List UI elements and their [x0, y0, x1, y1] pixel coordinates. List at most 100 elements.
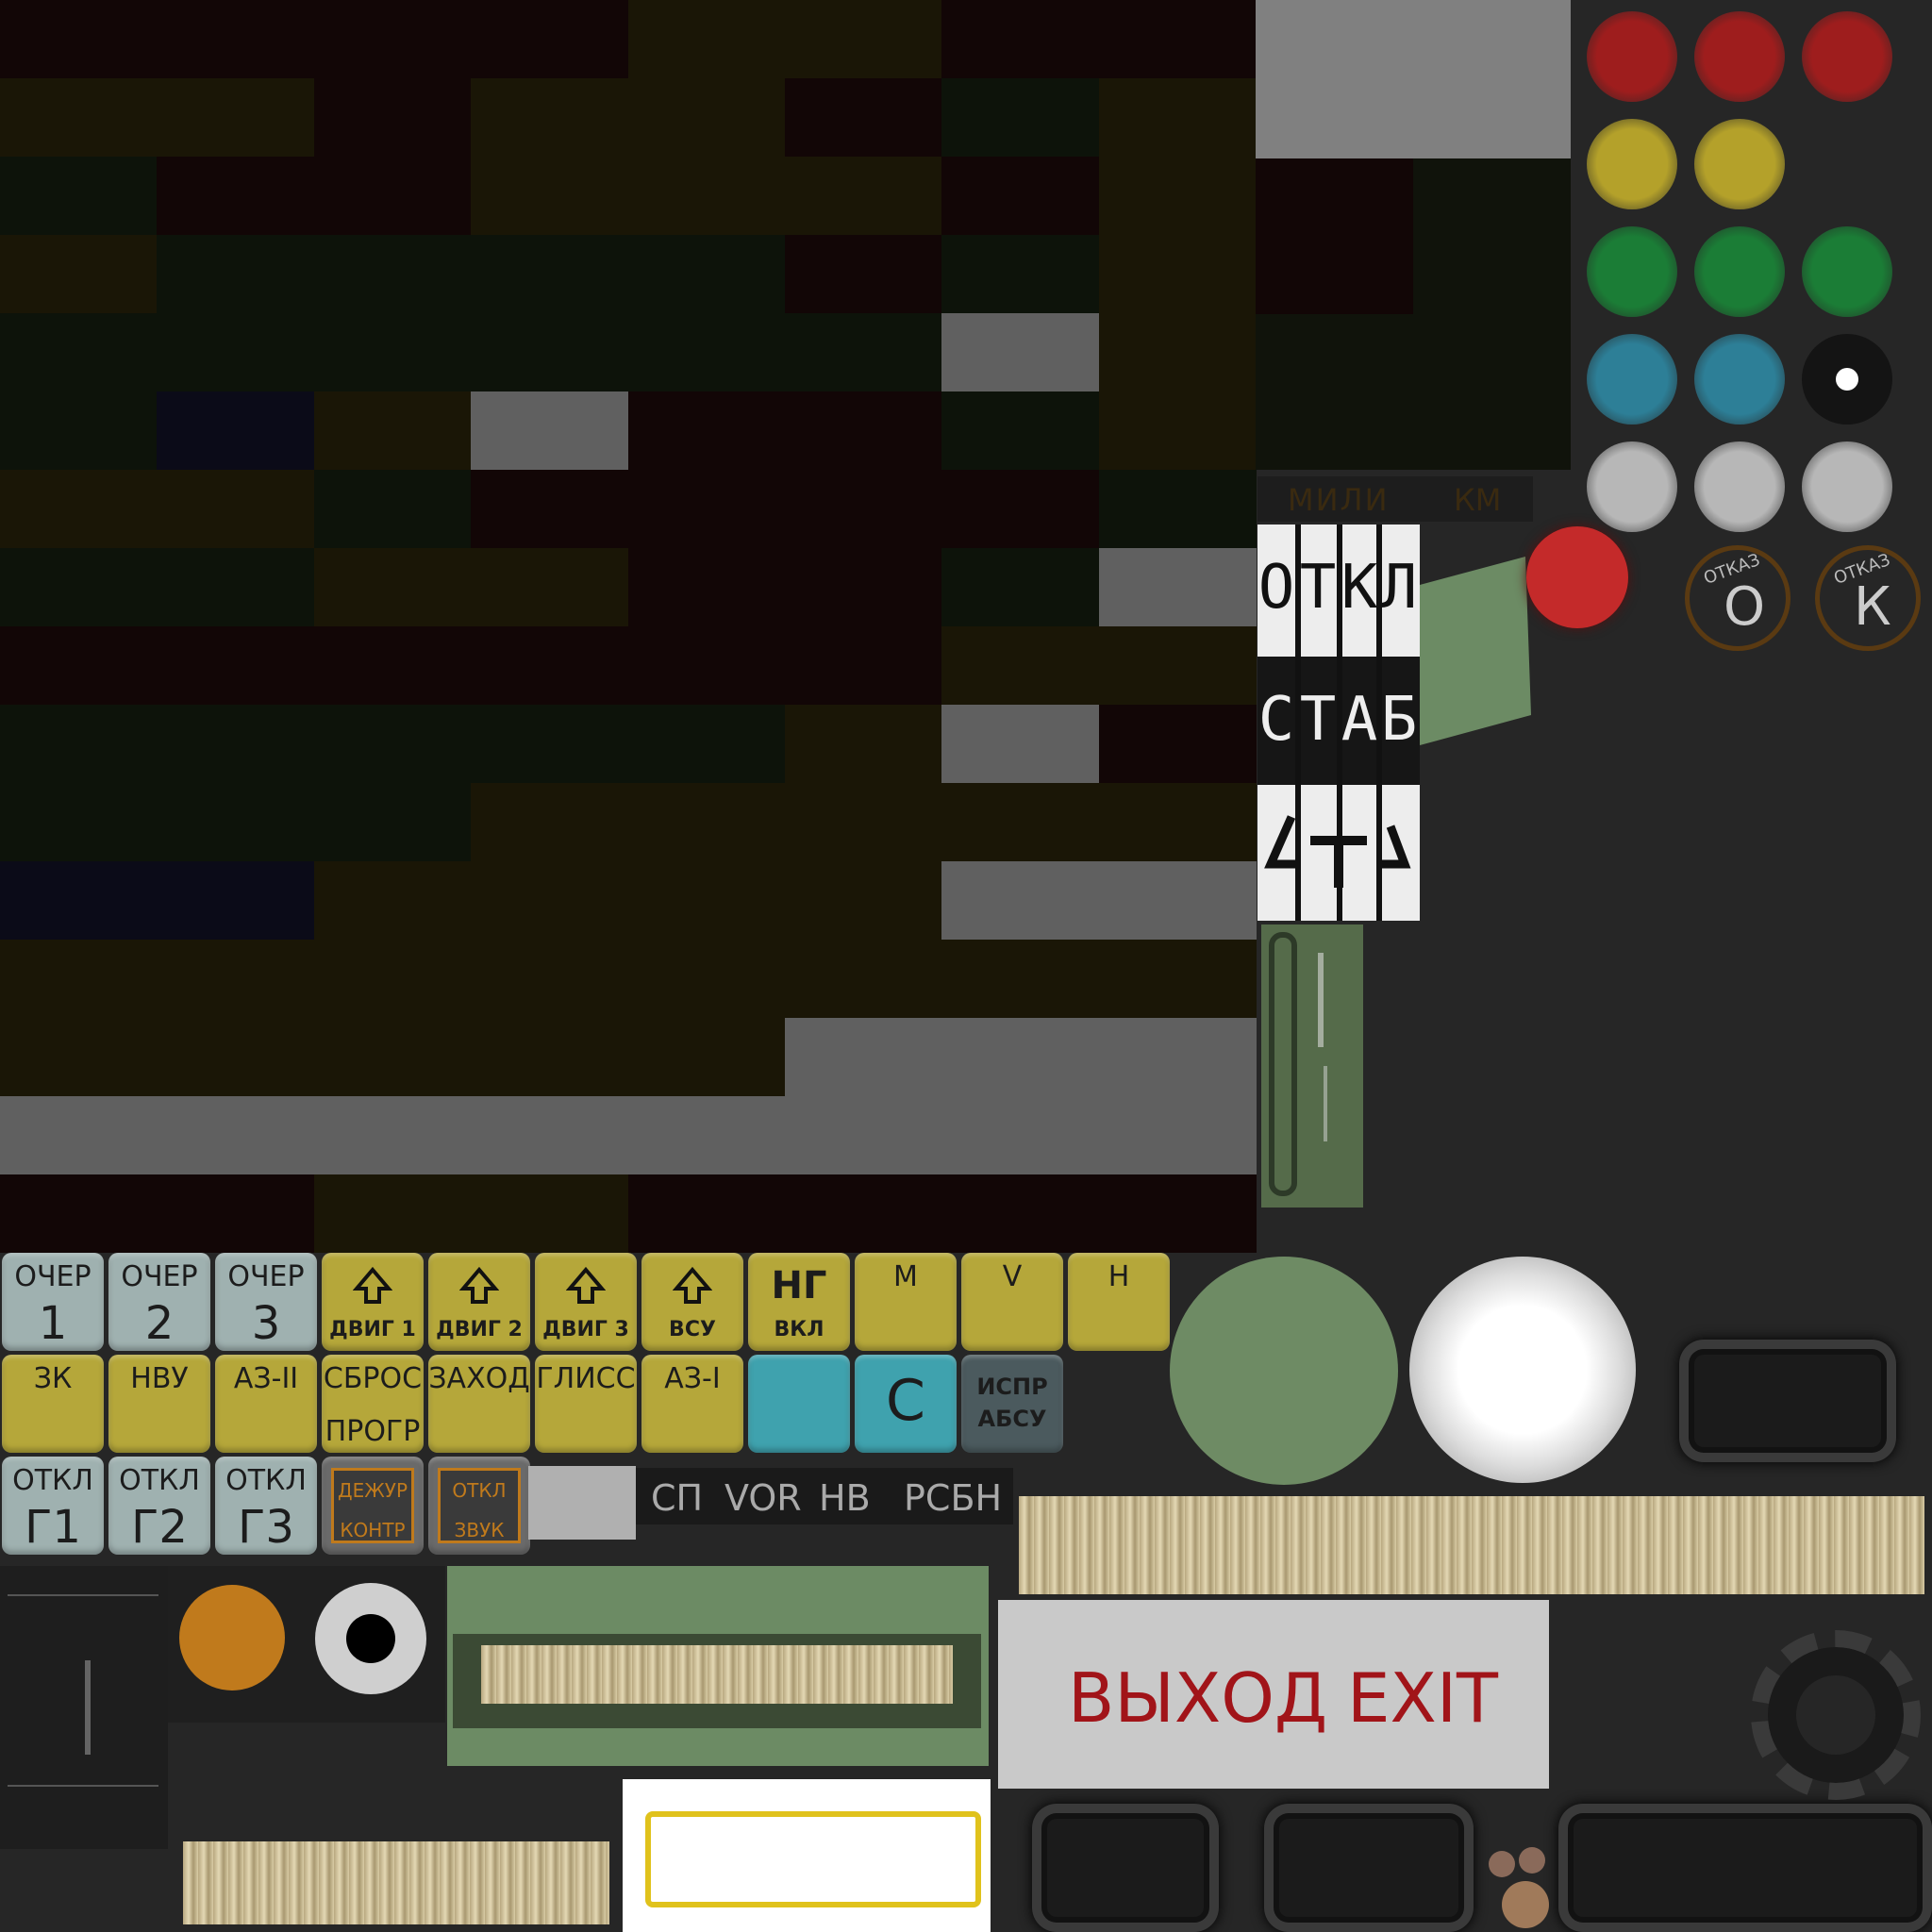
otkaz-dial-o: ОТКАЗ О — [1685, 545, 1790, 651]
tape-letter: О — [1257, 553, 1295, 623]
mosaic-tile — [784, 235, 942, 313]
mosaic-tile — [941, 313, 1100, 391]
units-miles-label: МИЛИ — [1288, 482, 1390, 518]
keypad-key[interactable]: ВСУ — [641, 1253, 743, 1351]
mosaic-tile — [471, 1174, 629, 1253]
mosaic-tile — [627, 313, 786, 391]
signal-lamp[interactable] — [1694, 334, 1785, 425]
keypad-key[interactable]: ОТКЛ Г1 — [2, 1457, 104, 1555]
signal-lamp[interactable] — [1802, 441, 1892, 532]
signal-lamp[interactable] — [1587, 119, 1677, 209]
signal-lamp[interactable] — [1587, 226, 1677, 317]
keypad-key[interactable]: М — [855, 1253, 957, 1351]
mosaic-tile — [941, 0, 1100, 78]
keypad-key[interactable]: ОЧЕР 2 — [108, 1253, 210, 1351]
yellow-frame — [645, 1811, 981, 1907]
mosaic-tile — [313, 391, 472, 470]
keypad-key[interactable]: V — [961, 1253, 1063, 1351]
key-label: АБСУ — [977, 1406, 1047, 1432]
screw-icon — [1502, 1881, 1549, 1928]
keypad-key[interactable]: ИСПР АБСУ — [961, 1355, 1063, 1453]
mosaic-tile — [157, 1096, 315, 1174]
signal-lamp[interactable] — [1694, 11, 1785, 102]
mosaic-tile — [941, 470, 1100, 548]
master-warning-lamp[interactable] — [1526, 526, 1628, 628]
bezel-socket — [1679, 1340, 1896, 1462]
mosaic-tile — [471, 0, 629, 78]
mosaic-tile — [1098, 313, 1257, 391]
keypad-key[interactable]: ОТКЛ ЗВУК — [428, 1457, 530, 1555]
keypad-key[interactable] — [748, 1355, 850, 1453]
keypad-key[interactable]: ДВИГ 1 — [322, 1253, 424, 1351]
keypad-key[interactable]: НВУ — [108, 1355, 210, 1453]
mosaic-tile — [471, 626, 629, 705]
keypad-key[interactable]: ГЛИСС — [535, 1355, 637, 1453]
key-label: ОТКЛ — [225, 1464, 307, 1497]
tape-letter: Т — [1299, 553, 1337, 623]
mosaic-tile — [313, 548, 472, 626]
mosaic-tile — [627, 940, 786, 1018]
mosaic-tile — [471, 548, 629, 626]
mosaic-tile — [157, 391, 315, 470]
mosaic-tile — [784, 470, 942, 548]
mosaic-tile — [941, 78, 1100, 157]
keypad-key[interactable]: ДЕЖУР КОНТР — [322, 1457, 424, 1555]
worn-green-strip — [1261, 924, 1363, 1208]
dark-tile — [1256, 158, 1413, 314]
dot-lamp[interactable] — [1802, 334, 1892, 425]
key-label: ОТКЛ — [119, 1464, 200, 1497]
mosaic-tile — [784, 548, 942, 626]
keypad-key[interactable]: ОЧЕР 3 — [215, 1253, 317, 1351]
white-card — [623, 1779, 991, 1932]
mosaic-tile — [0, 391, 158, 470]
bezel-socket — [1264, 1804, 1474, 1932]
mosaic-tile — [1098, 1018, 1257, 1096]
mosaic-tile — [1098, 78, 1257, 157]
keypad-key[interactable]: ОТКЛ Г2 — [108, 1457, 210, 1555]
tape-letter: С — [1257, 685, 1295, 755]
mosaic-tile — [157, 470, 315, 548]
mosaic-tile — [941, 861, 1100, 940]
mosaic-tile — [471, 313, 629, 391]
keypad-key[interactable]: АЗ-II — [215, 1355, 317, 1453]
keypad-key[interactable]: Н — [1068, 1253, 1170, 1351]
mosaic-tile — [627, 1174, 786, 1253]
mosaic-tile — [627, 705, 786, 783]
signal-lamp[interactable] — [1694, 119, 1785, 209]
mosaic-tile — [157, 705, 315, 783]
keypad-key[interactable]: ЗАХОД — [428, 1355, 530, 1453]
mosaic-tile — [627, 783, 786, 861]
mosaic-tile — [0, 1018, 158, 1096]
signal-lamp[interactable] — [1587, 11, 1677, 102]
keypad-key[interactable]: ОЧЕР 1 — [2, 1253, 104, 1351]
key-label: V — [1002, 1260, 1023, 1293]
key-label: КОНТР — [340, 1519, 406, 1541]
keypad-key[interactable]: ЗК — [2, 1355, 104, 1453]
mosaic-tile — [784, 313, 942, 391]
signal-lamp[interactable] — [1694, 226, 1785, 317]
signal-lamp[interactable] — [1587, 441, 1677, 532]
signal-lamp[interactable] — [1694, 441, 1785, 532]
otkaz-letter: К — [1854, 576, 1891, 638]
mosaic-tile — [627, 157, 786, 235]
mosaic-tile — [471, 157, 629, 235]
units-km-label: КМ — [1454, 482, 1502, 518]
keypad-key[interactable]: С — [855, 1355, 957, 1453]
signal-lamp[interactable] — [1802, 11, 1892, 102]
gray-tile — [528, 1466, 636, 1540]
mosaic-tile — [0, 313, 158, 391]
keypad-key[interactable]: ДВИГ 2 — [428, 1253, 530, 1351]
signal-lamp[interactable] — [1802, 226, 1892, 317]
mosaic-tile — [784, 940, 942, 1018]
mosaic-tile — [313, 157, 472, 235]
mosaic-tile — [784, 626, 942, 705]
keypad-key[interactable]: АЗ-I — [641, 1355, 743, 1453]
mosaic-tile — [313, 78, 472, 157]
signal-lamp[interactable] — [1587, 334, 1677, 425]
nav-mode-strip: СП VOR НВ РСБН — [636, 1468, 1013, 1524]
key-label: 2 — [144, 1297, 175, 1350]
keypad-key[interactable]: ДВИГ 3 — [535, 1253, 637, 1351]
keypad-key[interactable]: НГ ВКЛ — [748, 1253, 850, 1351]
keypad-key[interactable]: ОТКЛ Г3 — [215, 1457, 317, 1555]
keypad-key[interactable]: СБРОС ПРОГР — [322, 1355, 424, 1453]
